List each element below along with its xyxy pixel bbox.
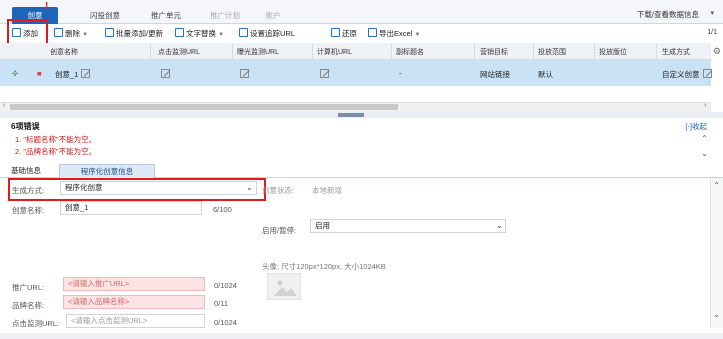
delete-button[interactable]: 删除 ▼	[54, 28, 88, 40]
edit-icon[interactable]	[702, 69, 712, 78]
gen-method-highlight	[8, 178, 266, 201]
click-url-label: 点击监测URL:	[12, 319, 60, 328]
chevron-down-icon[interactable]: ▾	[710, 9, 714, 17]
creative-name-text: 创意_1	[55, 70, 79, 79]
set-tracking-url-button[interactable]: 设置追踪URL	[239, 28, 295, 40]
chevron-down-icon[interactable]: ⌄	[713, 310, 720, 319]
column-header[interactable]: 生成方式	[662, 47, 690, 57]
chevron-down-icon: ▼	[82, 32, 89, 38]
creative-name-input[interactable]: 创意_1	[60, 201, 202, 215]
splitter-handle[interactable]	[338, 113, 364, 117]
chevron-down-icon: ▼	[218, 32, 225, 38]
column-header[interactable]: 投放范围	[538, 47, 566, 57]
image-placeholder-icon[interactable]	[267, 273, 301, 300]
restore-button[interactable]: 还原	[331, 28, 357, 40]
name-char-count: 6/100	[213, 205, 232, 214]
gear-icon[interactable]: ⚙	[713, 46, 721, 57]
batch-add-update-button[interactable]: 批量添加/更新	[105, 28, 163, 40]
scroll-right-icon[interactable]: ›	[704, 102, 706, 109]
grid-empty-area	[0, 86, 711, 102]
brand-name-label: 品牌名称:	[12, 301, 45, 310]
promo-url-label: 推广URL:	[12, 283, 45, 292]
enable-pause-label: 启用/暂停:	[262, 226, 297, 235]
column-header[interactable]: 曝光监测URL	[237, 47, 279, 57]
set-url-label: 设置追踪URL	[250, 29, 296, 38]
bottom-border	[0, 333, 723, 339]
scrollbar-thumb[interactable]	[10, 104, 398, 110]
export-label: 导出Excel	[379, 29, 413, 38]
scroll-left-icon[interactable]: ‹	[3, 102, 5, 109]
error-count-title: 6项错误	[11, 122, 40, 131]
column-header[interactable]: 投放版位	[599, 47, 627, 57]
creative-name-label: 创意名称:	[12, 206, 45, 215]
error-message: 1. "标题名称"不能为空。	[15, 135, 97, 144]
tab-basic-info[interactable]: 基础信息	[11, 165, 41, 176]
edit-icon[interactable]	[320, 69, 329, 78]
batch-icon	[105, 28, 114, 37]
chevron-up-icon[interactable]: ⌃	[713, 181, 720, 190]
tab-flash-creative[interactable]: 闪投创意	[80, 7, 130, 24]
status-value: 本地新增	[312, 186, 342, 195]
export-excel-button[interactable]: 导出Excel ▼	[368, 28, 420, 40]
tab-ad-unit[interactable]: 推广单元	[141, 7, 191, 24]
link-icon	[239, 28, 248, 37]
replace-label: 文字替换	[186, 29, 216, 38]
tab-campaign[interactable]: 推广计划	[200, 7, 250, 24]
promo-url-input[interactable]: <请输入推广URL>	[63, 277, 205, 291]
table-row[interactable]: ✣ ■ 创意_1 - 网站链接 默认 自定义创意	[0, 60, 712, 86]
tab-account[interactable]: 账户	[253, 7, 293, 24]
text-replace-button[interactable]: 文字替换 ▼	[175, 28, 224, 40]
table-cell-scope: 默认	[538, 70, 553, 79]
chevron-down-icon[interactable]: ⌄	[701, 149, 708, 158]
table-cell-impression-url[interactable]	[237, 69, 249, 79]
table-cell-click-url[interactable]	[158, 69, 170, 79]
replace-icon	[175, 28, 184, 37]
click-url-input[interactable]: <请输入点击监测URL>	[66, 314, 205, 328]
table-cell-gen-method: 自定义创意	[662, 69, 712, 80]
status-label: 创意状态:	[262, 186, 295, 195]
column-header[interactable]: 点击监测URL	[158, 47, 200, 57]
avatar-hint: 头像: 尺寸120px*120px, 大小1024KB	[262, 262, 386, 271]
form-vertical-scrollbar[interactable]	[710, 178, 723, 328]
brand-name-input[interactable]: <请输入品牌名称>	[63, 295, 205, 309]
table-cell-subtitle: -	[399, 69, 402, 78]
drag-handle-icon[interactable]: ✣	[12, 69, 18, 78]
url-char-count: 0/1024	[214, 281, 237, 290]
delete-label: 删除	[65, 29, 80, 38]
restore-label: 还原	[342, 29, 357, 38]
edit-icon[interactable]	[240, 69, 249, 78]
download-view-data-link[interactable]: 下载/查看数据信息	[637, 9, 699, 20]
edit-icon[interactable]	[81, 69, 91, 78]
batch-label: 批量添加/更新	[116, 29, 164, 38]
chevron-down-icon: ▼	[414, 32, 421, 38]
trash-icon	[54, 28, 63, 37]
tab-programmatic-info[interactable]: 程序化创意信息	[59, 164, 155, 178]
enable-pause-select[interactable]: 启用	[310, 219, 506, 233]
column-header[interactable]: 创意名称	[50, 47, 78, 57]
column-header[interactable]: 副标题名	[396, 47, 424, 57]
column-header[interactable]: 营销目标	[480, 47, 508, 57]
column-header[interactable]: 计算机URL	[317, 47, 352, 57]
export-icon	[368, 28, 377, 37]
image-icon	[274, 280, 297, 296]
click-url-char-count: 0/1024	[214, 318, 237, 327]
table-cell-computer-url[interactable]	[317, 69, 329, 79]
collapse-link[interactable]: [-]收起	[685, 121, 707, 132]
tab-alert-badge: !	[45, 1, 49, 12]
edit-icon[interactable]	[161, 69, 170, 78]
grid-header: 创意名称 点击监测URL 曝光监测URL 计算机URL 副标题名 营销目标 投放…	[0, 43, 711, 60]
error-message: 2. "品牌名称"不能为空。	[15, 147, 97, 156]
restore-icon	[331, 28, 340, 37]
table-cell-goal: 网站链接	[480, 70, 510, 79]
gen-method-text: 自定义创意	[662, 70, 700, 79]
chevron-down-icon[interactable]: ⌄	[496, 221, 503, 230]
chevron-up-icon[interactable]: ⌃	[701, 134, 708, 143]
brand-char-count: 0/11	[214, 299, 229, 308]
creative-type-icon: ■	[37, 69, 42, 78]
page-indicator: 1/1	[707, 29, 717, 36]
table-cell-name[interactable]: 创意_1	[55, 69, 91, 80]
